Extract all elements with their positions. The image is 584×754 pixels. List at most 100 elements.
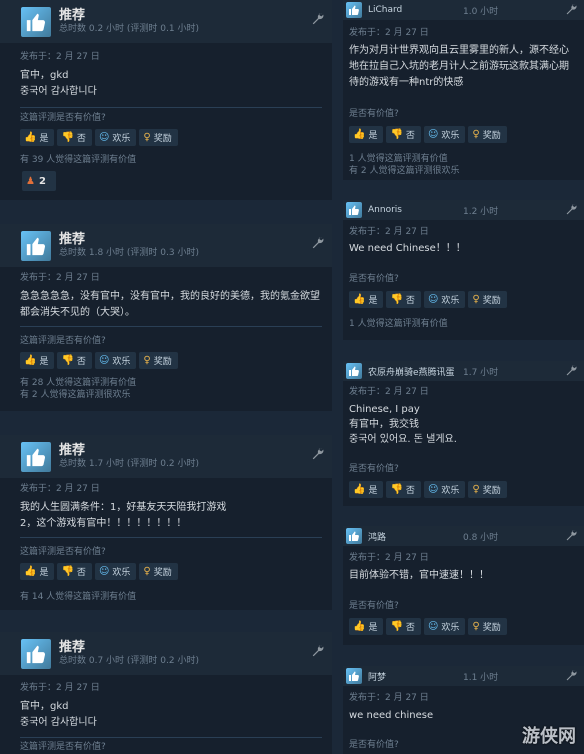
button-label: 奖励 — [153, 134, 172, 144]
award-button[interactable]: ♀ 奖励 — [468, 126, 507, 143]
vote-no-button[interactable]: 👎 否 — [386, 126, 421, 143]
review-verdict: 推荐 — [59, 232, 86, 247]
reviewer-name[interactable]: Annoris — [368, 205, 402, 215]
button-label: 欢乐 — [441, 486, 460, 496]
button-label: 是 — [368, 296, 378, 306]
award-button[interactable]: ♀ 奖励 — [468, 291, 507, 308]
wrench-icon[interactable] — [311, 12, 325, 26]
award-icon: ♀ — [472, 484, 480, 495]
button-label: 是 — [39, 134, 49, 144]
wrench-icon[interactable] — [311, 644, 325, 658]
wrench-icon[interactable] — [565, 669, 578, 682]
thumbs-down-icon: 👎 — [390, 484, 403, 495]
review-hours: 总时数 1.8 小时 (评测时 0.3 小时) — [59, 248, 199, 258]
review-line: 我的人生圆满条件：1，好基友天天陪我打游戏 — [20, 502, 227, 513]
helpful-question: 这篇评测是否有价值? — [20, 547, 106, 557]
review-card: 推荐 总时数 0.2 小时 (评测时 0.1 小时) 发布于：2 月 27 日 … — [0, 0, 332, 200]
vote-yes-button[interactable]: 👍 是 — [349, 481, 384, 498]
thumbs-up-icon: 👍 — [353, 621, 366, 632]
review-header: 推荐 总时数 1.8 小时 (评测时 0.3 小时) — [0, 224, 332, 267]
helpful-count: 有 14 人觉得这篇评测有价值 — [20, 592, 137, 602]
vote-no-button[interactable]: 👎 否 — [386, 618, 421, 635]
smiley-icon: ☺ — [98, 132, 110, 143]
review-hours: 总时数 1.7 小时 (评测时 0.2 小时) — [59, 459, 199, 469]
vote-yes-button[interactable]: 👍 是 — [20, 563, 55, 580]
vote-funny-button[interactable]: ☺ 欢乐 — [423, 481, 466, 498]
vote-yes-button[interactable]: 👍 是 — [349, 291, 384, 308]
funny-count: 有 2 人觉得这篇评测很欢乐 — [349, 166, 460, 176]
vote-yes-button[interactable]: 👍 是 — [20, 129, 55, 146]
vote-no-button[interactable]: 👎 否 — [57, 129, 92, 146]
award-button[interactable]: ♀ 奖励 — [139, 563, 178, 580]
review-header: 农原舟崩骑e燕腾讯蛋 1.7 小时 — [343, 361, 584, 381]
vote-funny-button[interactable]: ☺ 欢乐 — [423, 126, 466, 143]
thumbs-up-icon — [21, 6, 51, 37]
wrench-icon[interactable] — [311, 236, 325, 250]
review-hours: 0.8 小时 — [463, 532, 499, 543]
button-label: 是 — [368, 623, 378, 633]
award-icon: ♀ — [143, 355, 151, 366]
button-label: 欢乐 — [441, 131, 460, 141]
vote-funny-button[interactable]: ☺ 欢乐 — [94, 352, 137, 369]
award-button[interactable]: ♀ 奖励 — [139, 129, 178, 146]
vote-yes-button[interactable]: 👍 是 — [20, 352, 55, 369]
reviewer-name[interactable]: 鸿路 — [368, 530, 386, 543]
posted-date: 发布于：2 月 27 日 — [20, 683, 100, 693]
vote-no-button[interactable]: 👎 否 — [57, 563, 92, 580]
review-body: 官中，gkd 중국어 감사합니다 — [20, 68, 320, 100]
button-label: 否 — [405, 486, 415, 496]
thumbs-down-icon: 👎 — [390, 621, 403, 632]
wrench-icon[interactable] — [311, 447, 325, 461]
thumbs-up-icon: 👍 — [24, 355, 37, 366]
button-label: 是 — [39, 568, 49, 578]
posted-date: 发布于：2 月 27 日 — [20, 52, 100, 62]
thumbs-down-icon: 👎 — [390, 129, 403, 140]
wrench-icon[interactable] — [565, 529, 578, 542]
reviewer-name[interactable]: 阿梦 — [368, 670, 386, 683]
button-label: 奖励 — [482, 623, 501, 633]
award-button[interactable]: ♀ 奖励 — [468, 481, 507, 498]
helpful-question: 是否有价值? — [349, 109, 399, 119]
award-badge[interactable]: ♟ 2 — [22, 171, 56, 191]
vote-yes-button[interactable]: 👍 是 — [349, 618, 384, 635]
review-body: 官中，gkd 중국어 감사합니다 — [20, 699, 320, 731]
review-card: 鸿路 0.8 小时 发布于：2 月 27 日 目前体验不错，官中速速！！！ 是否… — [343, 526, 584, 645]
posted-date: 发布于：2 月 27 日 — [349, 227, 429, 237]
vote-funny-button[interactable]: ☺ 欢乐 — [94, 129, 137, 146]
vote-funny-button[interactable]: ☺ 欢乐 — [423, 291, 466, 308]
review-verdict: 推荐 — [59, 8, 86, 23]
review-card: 农原舟崩骑e燕腾讯蛋 1.7 小时 发布于：2 月 27 日 Chinese, … — [343, 361, 584, 506]
wrench-icon[interactable] — [565, 203, 578, 216]
vote-yes-button[interactable]: 👍 是 — [349, 126, 384, 143]
vote-no-button[interactable]: 👎 否 — [386, 481, 421, 498]
reviewer-name[interactable]: LiChard — [368, 5, 402, 15]
button-label: 奖励 — [482, 296, 501, 306]
button-label: 欢乐 — [441, 623, 460, 633]
thumbs-up-icon — [346, 202, 362, 218]
review-card: 推荐 总时数 0.7 小时 (评测时 0.2 小时) 发布于：2 月 27 日 … — [0, 632, 332, 754]
posted-date: 发布于：2 月 27 日 — [349, 28, 429, 38]
award-button[interactable]: ♀ 奖励 — [468, 618, 507, 635]
helpful-question: 是否有价值? — [349, 274, 399, 284]
award-button[interactable]: ♀ 奖励 — [139, 352, 178, 369]
button-label: 欢乐 — [112, 568, 131, 578]
button-label: 奖励 — [482, 486, 501, 496]
vote-funny-button[interactable]: ☺ 欢乐 — [423, 618, 466, 635]
funny-count: 有 2 人觉得这篇评测很欢乐 — [20, 390, 131, 400]
smiley-icon: ☺ — [427, 129, 439, 140]
smiley-icon: ☺ — [427, 294, 439, 305]
button-label: 欢乐 — [112, 134, 131, 144]
button-label: 否 — [405, 131, 415, 141]
helpful-question: 是否有价值? — [349, 464, 399, 474]
reviewer-name[interactable]: 农原舟崩骑e燕腾讯蛋 — [368, 365, 455, 378]
smiley-icon: ☺ — [427, 484, 439, 495]
wrench-icon[interactable] — [565, 364, 578, 377]
thumbs-up-icon — [346, 528, 362, 544]
wrench-icon[interactable] — [565, 3, 578, 16]
vote-no-button[interactable]: 👎 否 — [57, 352, 92, 369]
button-label: 否 — [76, 134, 86, 144]
thumbs-up-icon — [346, 2, 362, 18]
vote-no-button[interactable]: 👎 否 — [386, 291, 421, 308]
thumbs-down-icon: 👎 — [61, 355, 74, 366]
vote-funny-button[interactable]: ☺ 欢乐 — [94, 563, 137, 580]
